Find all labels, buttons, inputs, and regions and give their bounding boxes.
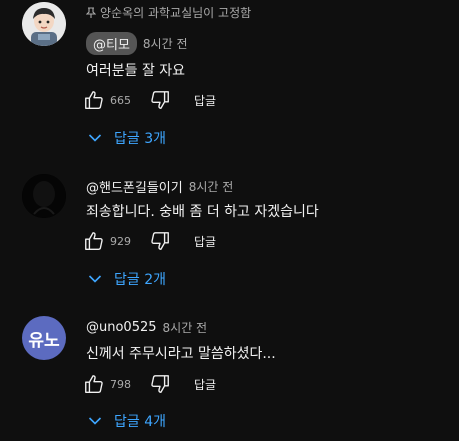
replies-count-label: 답글 4개 [114, 414, 166, 430]
like-button[interactable] [82, 88, 106, 112]
comment-text: 여러분들 잘 자요 [86, 63, 186, 79]
comment-header: @핸드폰길들이기 8시간 전 [86, 177, 233, 196]
avatar[interactable] [22, 174, 66, 218]
pin-icon [86, 6, 96, 18]
reply-button[interactable]: 답글 [194, 92, 216, 109]
dislike-button[interactable] [148, 372, 172, 396]
pinned-label: 양순옥의 과학교실님이 고정함 [100, 6, 252, 20]
comment-header: @uno0525 8시간 전 [86, 319, 207, 336]
comment-header: @티모 8시간 전 [86, 32, 188, 55]
author-name[interactable]: @uno0525 [86, 320, 157, 335]
avatar[interactable]: 유노 [22, 316, 66, 360]
comment-item: @핸드폰길들이기 8시간 전 죄송합니다. 숭배 좀 더 하고 자겠습니다 92… [0, 170, 459, 295]
author-name[interactable]: @티모 [86, 32, 137, 55]
dislike-button[interactable] [148, 229, 172, 253]
view-replies-button[interactable]: 답글 4개 [88, 411, 166, 431]
pinned-indicator: 양순옥의 과학교실님이 고정함 [86, 4, 251, 21]
comment-time[interactable]: 8시간 전 [163, 319, 208, 336]
chevron-down-icon [88, 417, 102, 425]
chevron-down-icon [88, 134, 102, 142]
comment-actions: 798 답글 [82, 372, 216, 396]
thumbs-up-icon [85, 375, 103, 393]
avatar[interactable] [22, 2, 66, 46]
dark-photo-avatar-icon [22, 174, 66, 218]
comment-time[interactable]: 8시간 전 [189, 178, 234, 195]
comment-item: 유노 @uno0525 8시간 전 신께서 주무시라고 말씀하셨다... 798… [0, 312, 459, 441]
cartoon-avatar-icon [22, 2, 66, 46]
replies-count-label: 답글 3개 [114, 131, 166, 147]
view-replies-button[interactable]: 답글 2개 [88, 269, 166, 289]
comment-actions: 665 답글 [82, 88, 216, 112]
thumbs-down-icon [151, 232, 169, 250]
comment-list: 양순옥의 과학교실님이 고정함 @티모 8시간 전 여러분들 잘 자요 665 … [0, 0, 459, 441]
replies-count-label: 답글 2개 [114, 272, 166, 288]
like-count: 798 [110, 377, 131, 391]
reply-button[interactable]: 답글 [194, 376, 216, 393]
like-count: 929 [110, 234, 131, 248]
comment-item: 양순옥의 과학교실님이 고정함 @티모 8시간 전 여러분들 잘 자요 665 … [0, 0, 459, 160]
like-button[interactable] [82, 229, 106, 253]
comment-actions: 929 답글 [82, 229, 216, 253]
view-replies-button[interactable]: 답글 3개 [88, 128, 166, 148]
like-count: 665 [110, 93, 131, 107]
thumbs-up-icon [85, 91, 103, 109]
comment-text: 죄송합니다. 숭배 좀 더 하고 자겠습니다 [86, 204, 319, 220]
thumbs-down-icon [151, 375, 169, 393]
thumbs-down-icon [151, 91, 169, 109]
comment-text: 신께서 주무시라고 말씀하셨다... [86, 346, 276, 362]
dislike-button[interactable] [148, 88, 172, 112]
like-button[interactable] [82, 372, 106, 396]
chevron-down-icon [88, 275, 102, 283]
comment-time[interactable]: 8시간 전 [143, 35, 188, 52]
thumbs-up-icon [85, 232, 103, 250]
author-name[interactable]: @핸드폰길들이기 [86, 177, 183, 196]
reply-button[interactable]: 답글 [194, 233, 216, 250]
